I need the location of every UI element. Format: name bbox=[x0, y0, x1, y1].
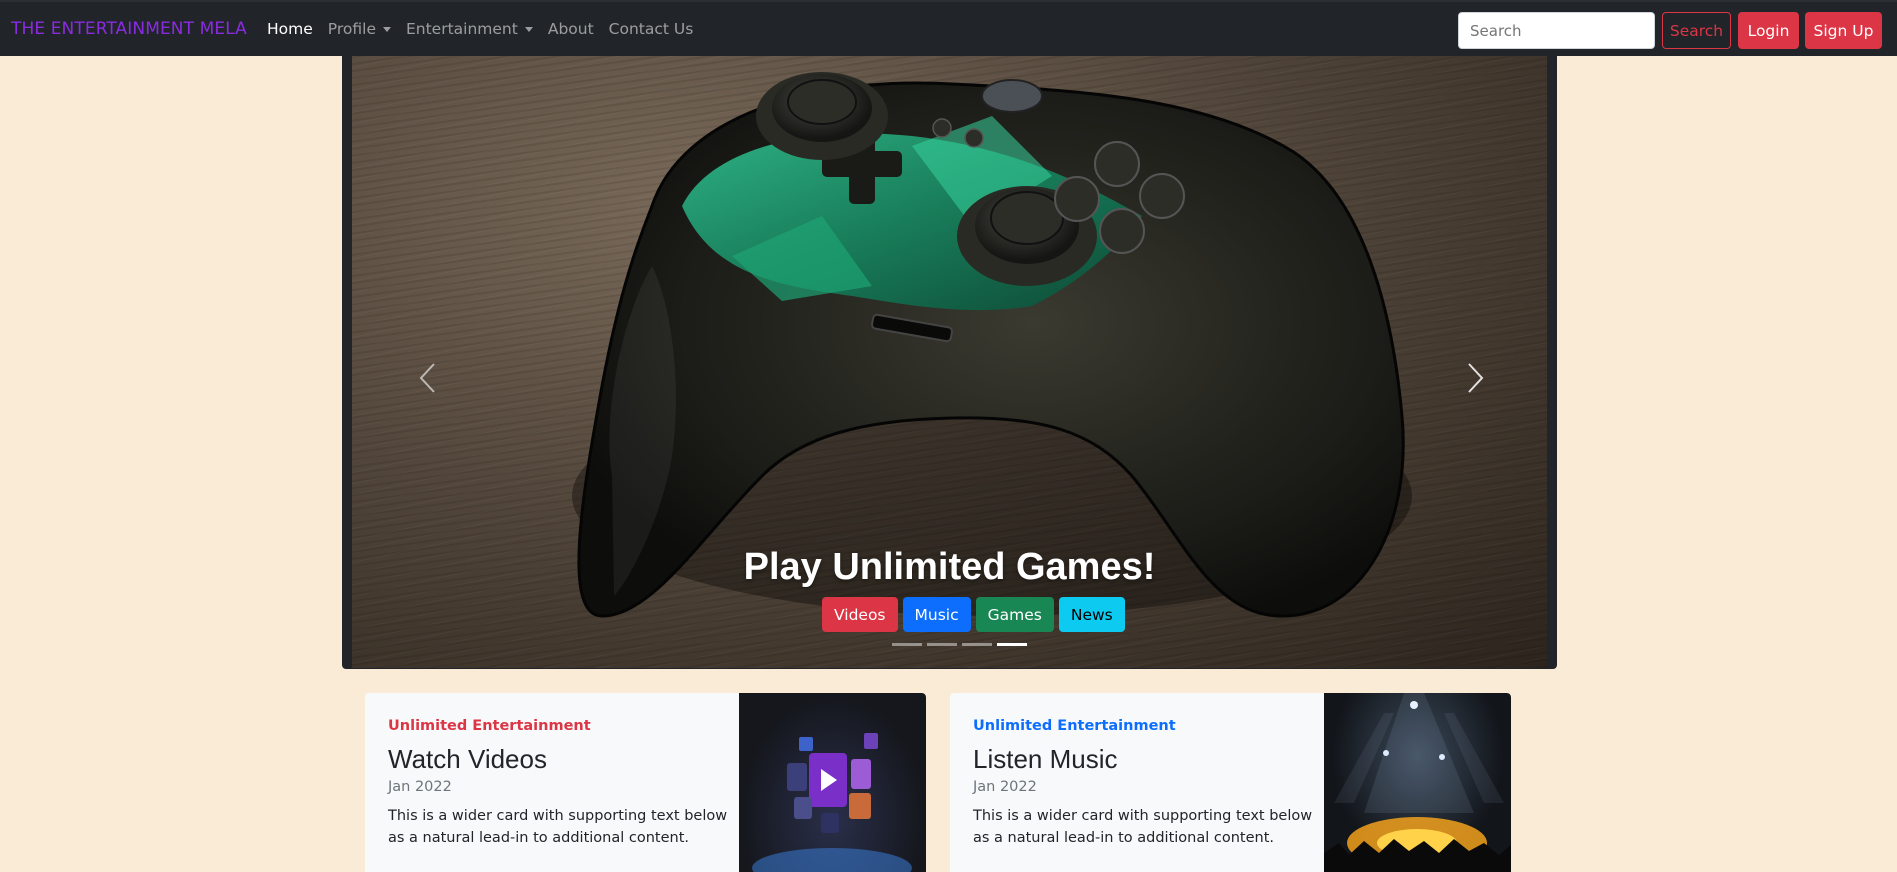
caret-down-icon bbox=[382, 26, 391, 32]
nav-profile-dropdown[interactable]: Profile bbox=[328, 20, 391, 38]
caret-down-icon bbox=[524, 26, 533, 32]
carousel-indicator-active[interactable] bbox=[997, 643, 1027, 646]
login-button[interactable]: Login bbox=[1738, 12, 1799, 49]
chevron-right-icon bbox=[1468, 363, 1484, 393]
news-button[interactable]: News bbox=[1058, 597, 1125, 632]
nav-links: Home Profile Entertainment About Contact… bbox=[267, 20, 708, 38]
navbar: THE ENTERTAINMENT MELA Home Profile Ente… bbox=[0, 0, 1897, 56]
carousel-next-button[interactable] bbox=[1464, 361, 1486, 399]
carousel-indicators bbox=[892, 643, 1027, 646]
search-button[interactable]: Search bbox=[1662, 12, 1731, 49]
carousel-prev-button[interactable] bbox=[417, 361, 439, 399]
card-body: Unlimited Entertainment Listen Music Jan… bbox=[973, 718, 1313, 849]
signup-button[interactable]: Sign Up bbox=[1805, 12, 1882, 49]
card-body: Unlimited Entertainment Watch Videos Jan… bbox=[388, 718, 728, 849]
card-category: Unlimited Entertainment bbox=[973, 718, 1176, 734]
music-button[interactable]: Music bbox=[902, 597, 971, 632]
chevron-left-icon bbox=[419, 363, 435, 393]
card-title: Watch Videos bbox=[388, 744, 547, 774]
carousel-indicator[interactable] bbox=[892, 643, 922, 646]
games-button[interactable]: Games bbox=[975, 597, 1054, 632]
nav-profile-label: Profile bbox=[327, 20, 376, 38]
carousel-indicator[interactable] bbox=[962, 643, 992, 646]
category-buttons: Videos Music Games News bbox=[822, 597, 1125, 632]
card-date: Jan 2022 bbox=[973, 779, 1037, 795]
nav-entertainment-dropdown[interactable]: Entertainment bbox=[406, 20, 533, 38]
card-title: Listen Music bbox=[973, 744, 1118, 774]
videos-button[interactable]: Videos bbox=[822, 597, 898, 632]
card-category: Unlimited Entertainment bbox=[388, 718, 591, 734]
video-collage-icon bbox=[752, 733, 912, 872]
nav-about[interactable]: About bbox=[548, 20, 594, 38]
hero-carousel: Play Unlimited Games! Videos Music Games… bbox=[342, 56, 1557, 669]
carousel-indicator[interactable] bbox=[927, 643, 957, 646]
nav-contact-us[interactable]: Contact Us bbox=[609, 20, 694, 38]
card-listen-music: Unlimited Entertainment Listen Music Jan… bbox=[950, 693, 1511, 872]
card-watch-videos: Unlimited Entertainment Watch Videos Jan… bbox=[365, 693, 926, 872]
card-text: This is a wider card with supporting tex… bbox=[973, 808, 1313, 846]
concert-crowd-icon bbox=[1324, 693, 1511, 872]
concert-image bbox=[1324, 693, 1511, 872]
video-media-image bbox=[739, 693, 926, 872]
carousel-caption: Play Unlimited Games! bbox=[743, 546, 1156, 588]
card-text: This is a wider card with supporting tex… bbox=[388, 808, 728, 846]
carousel-slide-game-controller: Play Unlimited Games! Videos Music Games… bbox=[352, 56, 1547, 668]
card-date: Jan 2022 bbox=[388, 779, 452, 795]
nav-home[interactable]: Home bbox=[267, 20, 313, 38]
nav-entertainment-label: Entertainment bbox=[405, 20, 518, 38]
search-input[interactable] bbox=[1458, 12, 1655, 49]
brand-logo[interactable]: THE ENTERTAINMENT MELA bbox=[11, 19, 247, 39]
